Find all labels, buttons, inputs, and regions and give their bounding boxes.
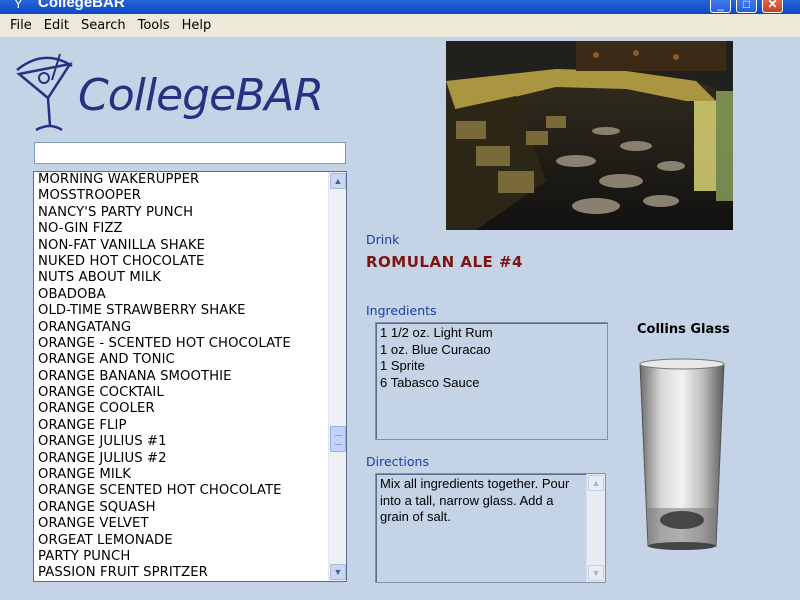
drink-list-item[interactable]: NUTS ABOUT MILK <box>34 270 326 286</box>
drink-list-item[interactable]: ORANGE AND TONIC <box>34 352 326 368</box>
main-panel: CollegeBAR MORNING WAKERUPPER MOSSTROOPER… <box>0 38 800 600</box>
drink-list-item[interactable]: MOSSTROOPER <box>34 188 326 204</box>
drink-list-item[interactable]: OBADOBA <box>34 287 326 303</box>
ingredient-line: 6 Tabasco Sauce <box>380 374 480 390</box>
menu-file[interactable]: File <box>4 18 38 33</box>
drink-list-item[interactable]: ORANGE COOLER <box>34 401 326 417</box>
drink-list-items: MORNING WAKERUPPER MOSSTROOPER NANCY'S PAR… <box>34 172 326 581</box>
directions-box[interactable]: Mix all ingredients together. Pour into … <box>375 473 606 583</box>
search-input[interactable] <box>34 142 346 164</box>
drink-list-item[interactable]: ORANGE SQUASH <box>34 500 326 516</box>
glass-type-label: Collins Glass <box>637 322 730 337</box>
drink-list[interactable]: MORNING WAKERUPPER MOSSTROOPER NANCY'S PAR… <box>33 171 347 582</box>
drink-list-item[interactable]: ORANGE SCENTED HOT CHOCOLATE <box>34 483 326 499</box>
menu-tools[interactable]: Tools <box>132 18 176 33</box>
drink-list-item[interactable]: ORANGE VELVET <box>34 516 326 532</box>
menu-help[interactable]: Help <box>176 18 218 33</box>
drink-list-scrollbar[interactable]: ▲ ▼ <box>328 172 346 581</box>
drink-list-item[interactable]: ORGEAT LEMONADE <box>34 533 326 549</box>
drink-list-item[interactable]: NUKED HOT CHOCOLATE <box>34 254 326 270</box>
directions-scroll-down-button[interactable]: ▼ <box>588 565 604 581</box>
close-button[interactable]: ✕ <box>762 0 783 13</box>
drink-name: ROMULAN ALE #4 <box>366 253 523 271</box>
ingredients-label: Ingredients <box>366 303 437 318</box>
directions-scroll-up-button[interactable]: ▲ <box>588 475 604 491</box>
ingredient-line: 1 oz. Blue Curacao <box>380 341 491 357</box>
directions-text: Mix all ingredients together. Pour into … <box>380 476 570 524</box>
drink-list-item[interactable]: MORNING WAKERUPPER <box>34 172 326 188</box>
drink-list-item[interactable]: OLD-TIME STRAWBERRY SHAKE <box>34 303 326 319</box>
bar-interior-image <box>446 41 733 230</box>
scroll-thumb[interactable] <box>330 426 346 452</box>
scroll-down-button[interactable]: ▼ <box>330 564 346 580</box>
drink-list-item[interactable]: PARTY PUNCH <box>34 549 326 565</box>
app-logo: CollegeBAR <box>14 50 374 134</box>
drink-list-item[interactable]: ORANGE FLIP <box>34 418 326 434</box>
window-title: CollegeBAR <box>38 0 125 11</box>
menu-bar: File Edit Search Tools Help <box>0 14 800 38</box>
drink-list-item[interactable]: NO-GIN FIZZ <box>34 221 326 237</box>
minimize-button[interactable]: _ <box>710 0 731 13</box>
drink-list-item[interactable]: ORANGE JULIUS #2 <box>34 451 326 467</box>
drink-list-item[interactable]: ORANGE BANANA SMOOTHIE <box>34 369 326 385</box>
collins-glass-icon <box>639 358 725 550</box>
title-bar: Y CollegeBAR _ □ ✕ <box>0 0 800 14</box>
logo-text: CollegeBAR <box>78 70 324 121</box>
drink-list-item[interactable]: NANCY'S PARTY PUNCH <box>34 205 326 221</box>
drink-label: Drink <box>366 232 400 247</box>
martini-glass-icon <box>16 53 73 132</box>
drink-list-item[interactable]: PASSION FRUIT SPRITZER <box>34 565 326 581</box>
ingredients-box[interactable]: 1 1/2 oz. Light Rum 1 oz. Blue Curacao 1… <box>375 322 608 440</box>
directions-label: Directions <box>366 454 429 469</box>
martini-app-icon: Y <box>14 0 23 11</box>
drink-list-item[interactable]: NON-FAT VANILLA SHAKE <box>34 238 326 254</box>
scroll-up-button[interactable]: ▲ <box>330 173 346 189</box>
directions-scrollbar[interactable]: ▲ ▼ <box>586 474 605 582</box>
bar-photo <box>446 41 733 230</box>
ingredient-line: 1 1/2 oz. Light Rum <box>380 325 493 340</box>
maximize-button[interactable]: □ <box>736 0 757 13</box>
drink-list-item[interactable]: ORANGATANG <box>34 320 326 336</box>
drink-list-item[interactable]: ORANGE - SCENTED HOT CHOCOLATE <box>34 336 326 352</box>
menu-edit[interactable]: Edit <box>38 18 75 33</box>
ingredient-line: 1 Sprite <box>380 358 425 373</box>
drink-list-item[interactable]: ORANGE JULIUS #1 <box>34 434 326 450</box>
drink-list-item[interactable]: ORANGE COCKTAIL <box>34 385 326 401</box>
menu-search[interactable]: Search <box>75 18 132 33</box>
drink-list-item[interactable]: ORANGE MILK <box>34 467 326 483</box>
